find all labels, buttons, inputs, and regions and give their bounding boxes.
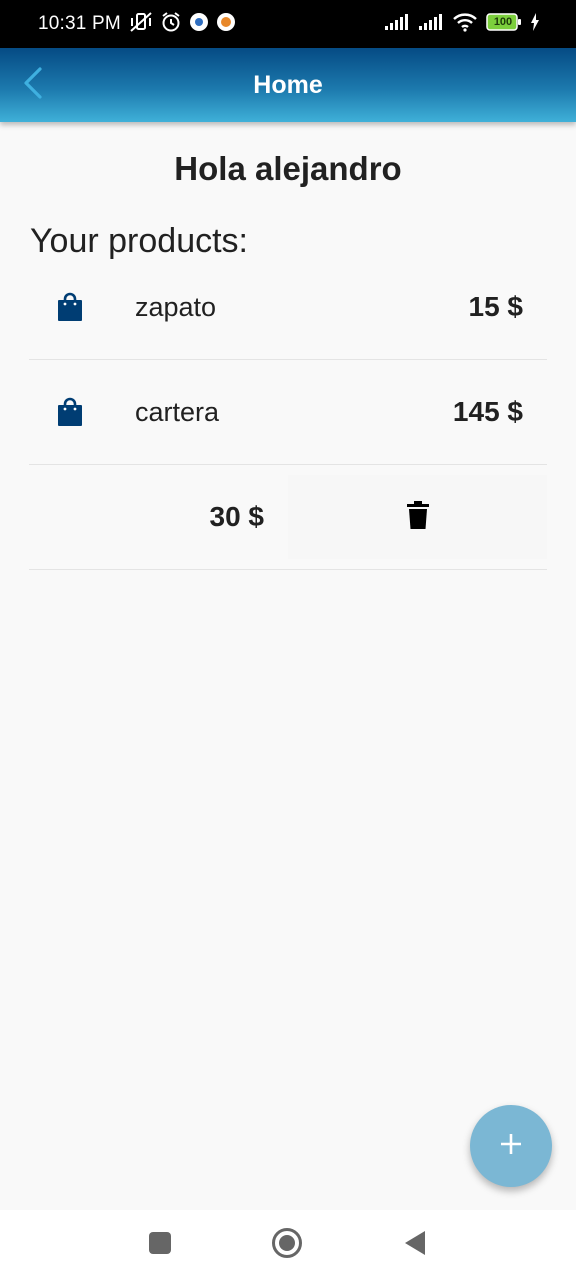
shopping-bag-icon [57,397,83,432]
back-triangle-icon [403,1230,427,1261]
battery-level: 100 [493,15,513,28]
status-right: 100 [384,12,540,37]
add-product-button[interactable] [470,1105,552,1187]
plus-icon [499,1132,523,1161]
product-list: zapato 15 $ cartera 145 $ 30 $ [29,255,547,570]
status-time: 10:31 PM [38,13,121,34]
recents-square-icon [148,1231,172,1260]
product-price: 145 $ [452,396,523,427]
product-name: cartera [135,396,220,427]
vibrate-off-icon [129,11,153,38]
signal-icon [384,13,410,36]
swiped-product-item[interactable]: 30 $ [29,465,547,570]
home-circle-icon [271,1227,303,1264]
product-item[interactable]: cartera 145 $ [29,360,547,465]
alarm-icon [160,11,182,38]
delete-action-area [288,475,547,559]
product-item[interactable]: zapato 15 $ [29,255,547,360]
app-notification-icon [189,12,209,37]
chevron-left-icon [22,66,44,104]
battery-icon: 100 [486,12,522,36]
recents-button[interactable] [145,1230,175,1260]
back-nav-button[interactable] [400,1230,430,1260]
app-notification-icon [216,12,236,37]
app-bar: Home [0,48,576,122]
shopping-bag-icon [57,292,83,327]
back-button[interactable] [10,62,56,108]
signal-icon [418,13,444,36]
home-button[interactable] [272,1227,302,1260]
status-bar: 10:31 PM 100 [0,0,576,48]
delete-button[interactable] [394,493,442,541]
product-name: zapato [135,291,217,322]
charging-icon [530,12,540,36]
product-price: 30 $ [209,501,265,532]
wifi-icon [452,12,478,37]
status-left: 10:31 PM [38,11,236,38]
trash-icon [406,500,429,534]
greeting-heading: Hola alejandro [174,150,402,187]
system-nav-bar [0,1210,576,1280]
status-icons-left [129,11,236,38]
product-price: 15 $ [468,291,524,322]
screen: 10:31 PM 100 Home Hola alejandro Your pr… [0,0,576,1280]
page-title: Home [253,70,323,99]
